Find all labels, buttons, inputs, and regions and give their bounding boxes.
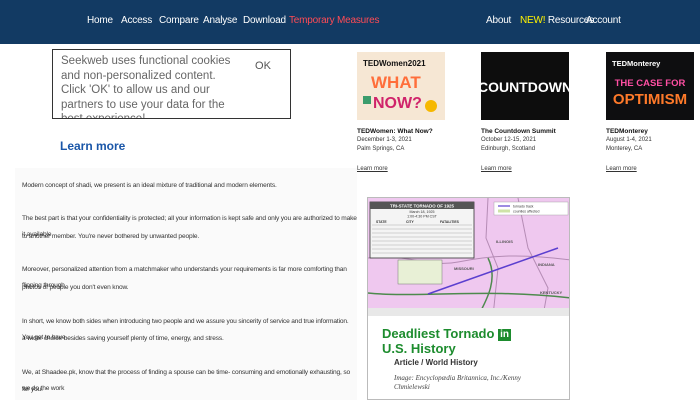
countdown-thumbnail: COUNTDOWN	[481, 52, 569, 120]
ted-monterey-thumbnail: TEDMonterey THE CASE FOR OPTIMISM	[606, 52, 694, 120]
tornado-table-title: TRI-STATE TORNADO OF 1925	[390, 204, 454, 209]
tornado-category: Article / World History	[394, 358, 478, 367]
case-for-text: THE CASE FOR	[615, 78, 686, 89]
map-label-indiana: INDIANA	[538, 262, 555, 267]
ted-monterey-logo: TEDMonterey	[612, 59, 661, 68]
nav-compare[interactable]: Compare	[159, 15, 199, 26]
ted-card-place: Monterey, CA	[606, 146, 643, 152]
nav-resources[interactable]: NEW! Resources	[520, 15, 594, 26]
ted-card-dates: August 1-4, 2021	[606, 137, 652, 143]
optimism-text: OPTIMISM	[613, 91, 687, 108]
nav-about[interactable]: About	[486, 15, 511, 26]
tornado-headline-line1: Deadliest Tornado	[382, 326, 495, 341]
ted-card-dates: October 12-15, 2021	[481, 137, 537, 143]
new-badge: NEW!	[520, 15, 546, 26]
tornado-table-col: CITY	[406, 220, 414, 224]
ted-card-title: The Countdown Summit	[481, 128, 556, 135]
ted-card-dates: December 1-3, 2021	[357, 137, 412, 143]
article-paragraph: Modern concept of shadi, we present is a…	[22, 182, 277, 189]
nav-access[interactable]: Access	[121, 15, 152, 26]
nav-temporary-measures[interactable]: Temporary Measures	[289, 15, 380, 26]
article-paragraph: photos of people you don't even know.	[22, 284, 129, 291]
nav-analyse[interactable]: Analyse	[203, 15, 237, 26]
cookie-ok-button[interactable]: OK	[246, 55, 280, 77]
ted-card-title: TEDWomen: What Now?	[357, 128, 433, 135]
ted-card-learn-more[interactable]: Learn more	[606, 166, 637, 172]
article-body: Modern concept of shadi, we present is a…	[15, 168, 357, 400]
tornado-map-image: TRI-STATE TORNADO OF 1925 March 18, 1925…	[368, 198, 569, 316]
tornado-headline: Deadliest Tornado in U.S. History	[382, 326, 511, 356]
map-label-kentucky: KENTUCKY	[540, 290, 563, 295]
in-badge: in	[498, 329, 511, 341]
tornado-table-date: March 18, 1925	[410, 210, 435, 214]
ted-card-title: TEDMonterey	[606, 128, 648, 135]
article-paragraph: for you.	[22, 386, 43, 393]
top-navigation-bar: Home Access Compare Analyse Download Tem…	[0, 0, 700, 44]
tornado-table-col: STATE	[376, 220, 387, 224]
tornado-table-col: FATALITIES	[440, 220, 460, 224]
cookie-banner: Seekweb uses functional cookies and non-…	[52, 49, 291, 119]
ted-women-logo-what: WHAT	[371, 73, 421, 92]
article-paragraph: We, at Shaadee.pk, know that the process…	[22, 369, 351, 392]
nav-download[interactable]: Download	[243, 15, 286, 26]
tornado-table-time: 1:00-4:30 PM CST	[407, 215, 438, 219]
ted-women-logo-now: NOW?	[373, 95, 422, 112]
article-paragraph: to another member. You're never bothered…	[22, 233, 200, 240]
map-label-missouri: MISSOURI	[454, 266, 474, 271]
article-paragraph: a wider choice besides saving yourself p…	[22, 335, 224, 342]
ted-women-logo: TEDWomen2021	[363, 59, 426, 68]
legend-tornado-track: tornado track	[513, 205, 534, 209]
legend-counties-affected: counties affected	[513, 210, 539, 214]
ted-women-thumbnail: TEDWomen2021 WHAT NOW?	[357, 52, 445, 120]
tornado-article-card[interactable]: TRI-STATE TORNADO OF 1925 March 18, 1925…	[367, 197, 570, 400]
ted-card-place: Palm Springs, CA	[357, 146, 405, 152]
ted-card-place: Edinburgh, Scotland	[481, 146, 536, 152]
map-label-illinois: ILLINOIS	[496, 239, 513, 244]
ted-card-learn-more[interactable]: Learn more	[357, 166, 388, 172]
cookie-message: Seekweb uses functional cookies and non-…	[61, 55, 231, 119]
tornado-image-credit: Image: Encyclopædia Britannica, Inc./Ken…	[394, 374, 521, 391]
ted-card-learn-more[interactable]: Learn more	[481, 166, 512, 172]
nav-home[interactable]: Home	[87, 15, 113, 26]
nav-account[interactable]: Account	[586, 15, 621, 26]
countdown-logo: COUNTDOWN	[481, 79, 569, 95]
cookie-learn-more-link[interactable]: Learn more	[60, 139, 125, 153]
tornado-headline-line2: U.S. History	[382, 341, 456, 356]
